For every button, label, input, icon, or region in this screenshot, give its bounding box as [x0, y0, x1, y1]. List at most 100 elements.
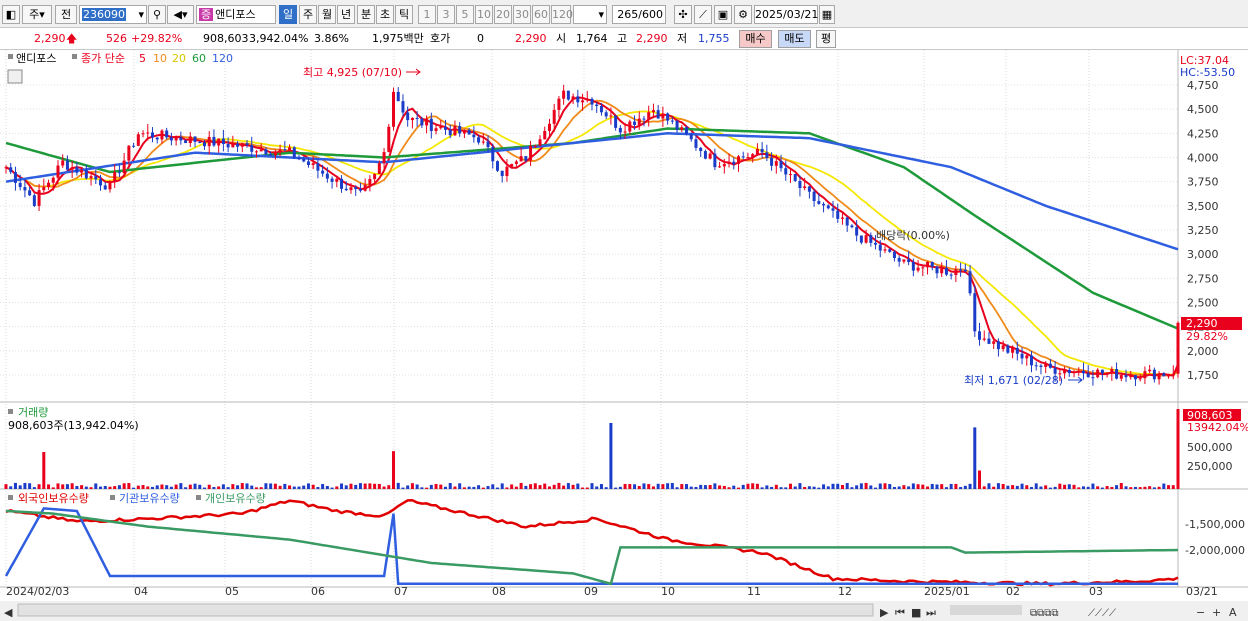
bottom-scrollbar[interactable]: ◀ ▶ ⏮ ■ ⏭ ⧉⧉⧉⧉ ⟋⟋⟋⟋ − + A: [0, 601, 1248, 621]
interval-button-3[interactable]: 3: [437, 5, 455, 24]
buy-button[interactable]: 매수: [739, 30, 772, 48]
candle-body: [609, 115, 613, 117]
period-button-tick[interactable]: 틱: [395, 5, 413, 24]
candle-body: [387, 126, 391, 153]
zoom-out-icon[interactable]: −: [1196, 606, 1205, 619]
count-input[interactable]: 265/600: [612, 5, 666, 24]
volume-tick-250k: 250,000: [1187, 460, 1233, 473]
volume-bar: [1152, 487, 1156, 489]
period-button-year[interactable]: 년: [337, 5, 355, 24]
volume-bar: [585, 487, 589, 489]
legend-ma60[interactable]: 60: [192, 52, 206, 65]
scrollbar-thumb[interactable]: [17, 603, 874, 617]
draw-tools-icon[interactable]: ⟋⟋⟋⟋: [1088, 608, 1116, 619]
search-icon[interactable]: ⚲: [148, 5, 166, 24]
volume-bar: [283, 483, 287, 489]
legend-ma10[interactable]: 10: [153, 52, 167, 65]
stock-code-input[interactable]: 236090 ▾: [79, 5, 147, 24]
volume-bar: [803, 486, 807, 489]
window-icon[interactable]: ◧: [2, 5, 20, 24]
stop-icon[interactable]: ■: [911, 606, 921, 619]
volume-bar: [278, 485, 282, 489]
legend-ma20[interactable]: 20: [172, 52, 186, 65]
legend-price-label[interactable]: 종가 단순: [81, 52, 125, 65]
volume-bar: [132, 487, 136, 489]
scroll-left-icon[interactable]: ◀: [4, 606, 13, 619]
volume-bar: [193, 483, 197, 489]
legend-institution[interactable]: 기관보유수량: [119, 492, 180, 505]
forward-icon[interactable]: ⏭: [926, 606, 936, 619]
legend-stock-name[interactable]: 앤디포스: [16, 52, 56, 65]
period-button-minute[interactable]: 분: [357, 5, 375, 24]
candle-body: [495, 161, 499, 171]
stock-name-field[interactable]: 증 앤디포스: [196, 5, 276, 24]
volume-bar: [770, 486, 774, 489]
volume-pct: 3,942.04%: [249, 32, 309, 45]
period-button-day[interactable]: 일: [279, 5, 297, 24]
rewind-icon[interactable]: ⏮: [895, 606, 905, 619]
period-button-second[interactable]: 초: [376, 5, 394, 24]
candle-body: [1030, 355, 1033, 366]
volume-bar: [349, 483, 353, 489]
table-icon[interactable]: [7, 69, 23, 84]
scroll-right-icon[interactable]: ▶: [880, 606, 889, 619]
volume-bar: [713, 483, 717, 489]
interval-dropdown[interactable]: ▾: [573, 5, 607, 24]
text-tool-icon[interactable]: A: [1229, 606, 1237, 619]
candle-body: [996, 341, 1000, 350]
draw-icon[interactable]: ⟋: [694, 5, 712, 24]
candle-body: [363, 184, 367, 191]
crosshair-icon[interactable]: ✣: [674, 5, 692, 24]
volume-bar: [221, 484, 225, 489]
candle-body: [269, 154, 273, 156]
interval-button-30[interactable]: 30: [513, 5, 531, 24]
legend-foreign[interactable]: 외국인보유수량: [18, 492, 89, 505]
speed-slider[interactable]: [950, 605, 1022, 615]
stock-chart[interactable]: 4,750 4,500 4,250 4,000 3,750 3,500 3,250 3,000…: [0, 50, 1248, 621]
candle-body: [798, 181, 802, 188]
candle-body: [396, 91, 400, 102]
candle-body: [288, 147, 292, 151]
candle-body: [656, 110, 660, 119]
candle-body: [987, 338, 991, 344]
volume-title[interactable]: 거래량: [18, 406, 48, 419]
interval-button-120[interactable]: 120: [551, 5, 573, 24]
volume-bar: [1176, 409, 1180, 489]
speaker-icon[interactable]: ◀▾: [167, 5, 194, 24]
period-button-month[interactable]: 월: [318, 5, 336, 24]
legend-individual[interactable]: 개인보유수량: [205, 492, 266, 505]
legend-ma5[interactable]: 5: [139, 52, 146, 65]
interval-button-10[interactable]: 10: [475, 5, 493, 24]
legend-ma120[interactable]: 120: [212, 52, 233, 65]
volume-bar: [514, 486, 518, 489]
candle-body: [23, 187, 27, 191]
candle-body: [160, 130, 164, 140]
volume-bar: [23, 482, 27, 489]
view-tools-icon[interactable]: ⧉⧉⧉⧉: [1030, 608, 1059, 619]
volume-bar: [292, 486, 296, 489]
volume-bar: [614, 487, 618, 489]
zoom-in-icon[interactable]: +: [1212, 606, 1221, 619]
volume-bar: [146, 486, 150, 489]
period-select[interactable]: 주▾: [22, 5, 52, 24]
volume-bar: [61, 484, 65, 489]
interval-button-5[interactable]: 5: [456, 5, 474, 24]
volume-bar: [1100, 487, 1104, 489]
date-input[interactable]: 2025/03/21: [754, 5, 818, 24]
candle-body: [911, 262, 915, 271]
interval-button-1[interactable]: 1: [418, 5, 436, 24]
candle-body: [713, 153, 717, 168]
period-button-week[interactable]: 주: [299, 5, 317, 24]
candle-body: [685, 127, 689, 135]
volume-bar: [439, 484, 443, 489]
gear-icon[interactable]: ⚙: [734, 5, 752, 24]
candle-body: [836, 210, 840, 219]
prev-button[interactable]: 전: [55, 5, 77, 24]
sell-button[interactable]: 매도: [778, 30, 811, 48]
save-icon[interactable]: ▣: [714, 5, 732, 24]
interval-button-60[interactable]: 60: [532, 5, 550, 24]
interval-button-20[interactable]: 20: [494, 5, 512, 24]
eval-button[interactable]: 평: [816, 30, 836, 48]
calendar-icon[interactable]: ▦: [819, 5, 835, 24]
volume-bar: [1001, 483, 1005, 489]
